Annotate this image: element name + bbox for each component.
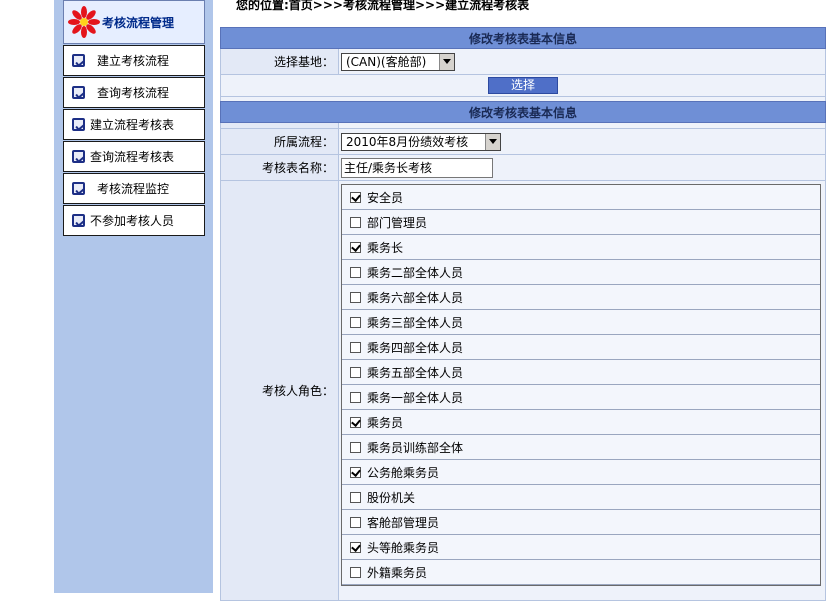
role-label: 乘务二部全体人员: [367, 265, 464, 280]
role-label: 乘务五部全体人员: [367, 365, 464, 380]
role-checkbox[interactable]: [350, 491, 361, 503]
roles-list: 安全员部门管理员乘务长乘务二部全体人员 乘务六部全体人员 乘务三部全体人员 乘务四部全…: [341, 184, 821, 586]
role-label: 股份机关: [367, 490, 416, 505]
role-item: 乘务一部全体人员: [342, 385, 820, 410]
role-checkbox[interactable]: [350, 566, 361, 578]
role-item: 乘务员: [342, 410, 820, 435]
chevron-down-icon[interactable]: [485, 133, 500, 150]
role-label: 安全员: [367, 190, 404, 205]
nav-item-query-form[interactable]: 查询流程考核表: [63, 141, 205, 172]
role-checkbox[interactable]: [350, 466, 361, 478]
nav-panel: 考核流程管理 建立考核流程 查询考核流程 建立流程考核表 查询流程考核表 考核流程监控不…: [63, 0, 205, 236]
chevron-down-icon[interactable]: [439, 53, 454, 70]
role-item: 乘务六部全体人员: [342, 285, 820, 310]
nav-item-label: 查询流程考核表: [90, 150, 175, 164]
role-checkbox[interactable]: [350, 441, 361, 453]
checkbox-doc-icon: [72, 214, 85, 227]
role-label: 客舱部管理员: [367, 515, 440, 530]
section-title-2: 修改考核表基本信息: [220, 101, 826, 123]
roles-row: 考核人角色： 安全员部门管理员乘务长乘务二部全体人员 乘务六部全体人员 乘务三部全体…: [220, 181, 826, 601]
role-label: 乘务员: [367, 415, 404, 430]
role-item: 头等舱乘务员: [342, 535, 820, 560]
base-select-value: (CAN)(客舱部): [346, 55, 427, 69]
nav-title-text: 考核流程管理: [102, 15, 175, 30]
checkbox-doc-icon: [72, 150, 85, 163]
nav-item-exclude[interactable]: 不参加考核人员: [63, 205, 205, 236]
role-item: 股份机关: [342, 485, 820, 510]
nav-item-label: 建立流程考核表: [90, 118, 175, 132]
base-select[interactable]: (CAN)(客舱部): [341, 52, 455, 71]
process-select-value: 2010年8月份绩效考核: [346, 135, 469, 149]
role-checkbox[interactable]: [350, 541, 361, 553]
role-item: 乘务长: [342, 235, 820, 260]
role-checkbox[interactable]: [350, 266, 361, 278]
role-label: 公务舱乘务员: [367, 465, 440, 480]
role-item: 乘务五部全体人员: [342, 360, 820, 385]
role-item: 外籍乘务员: [342, 560, 820, 585]
role-checkbox[interactable]: [350, 316, 361, 328]
role-item: 乘务四部全体人员: [342, 335, 820, 360]
role-checkbox[interactable]: [350, 216, 361, 228]
nav-item-label: 查询考核流程: [97, 86, 170, 100]
role-item: 客舱部管理员: [342, 510, 820, 535]
base-label: 选择基地：: [221, 49, 339, 74]
main-form: 修改考核表基本信息 选择基地： (CAN)(客舱部) 选择 修改考核表基本信息 …: [220, 27, 826, 601]
role-item: 乘务二部全体人员: [342, 260, 820, 285]
nav-item-create-process[interactable]: 建立考核流程: [63, 45, 205, 76]
process-row: 所属流程： 2010年8月份绩效考核: [220, 129, 826, 155]
nav-item-label: 不参加考核人员: [90, 214, 175, 228]
role-label: 外籍乘务员: [367, 565, 428, 580]
select-button-row: 选择: [220, 75, 826, 97]
role-checkbox[interactable]: [350, 191, 361, 203]
role-item: 公务舱乘务员: [342, 460, 820, 485]
role-label: 部门管理员: [367, 215, 428, 230]
roles-label: 考核人角色：: [221, 181, 339, 600]
base-row: 选择基地： (CAN)(客舱部): [220, 49, 826, 75]
form-name-label: 考核表名称：: [221, 155, 339, 180]
process-select[interactable]: 2010年8月份绩效考核: [341, 132, 501, 151]
role-label: 乘务一部全体人员: [367, 390, 464, 405]
role-checkbox[interactable]: [350, 391, 361, 403]
nav-item-label: 建立考核流程: [97, 54, 170, 68]
role-label: 乘务三部全体人员: [367, 315, 464, 330]
checkbox-doc-icon: [72, 118, 85, 131]
checkbox-doc-icon: [72, 182, 85, 195]
nav-item-query-process[interactable]: 查询考核流程: [63, 77, 205, 108]
role-checkbox[interactable]: [350, 416, 361, 428]
nav-title: 考核流程管理: [63, 0, 205, 44]
checkbox-doc-icon: [72, 54, 85, 67]
role-item: 乘务员训练部全体: [342, 435, 820, 460]
process-label: 所属流程：: [221, 129, 339, 154]
nav-item-create-form[interactable]: 建立流程考核表: [63, 109, 205, 140]
role-checkbox[interactable]: [350, 516, 361, 528]
role-item: 安全员: [342, 185, 820, 210]
nav-item-monitor[interactable]: 考核流程监控: [63, 173, 205, 204]
role-checkbox[interactable]: [350, 291, 361, 303]
role-checkbox[interactable]: [350, 241, 361, 253]
role-checkbox[interactable]: [350, 366, 361, 378]
flower-logo-icon: [68, 6, 100, 38]
role-label: 乘务员训练部全体: [367, 440, 464, 455]
role-label: 乘务四部全体人员: [367, 340, 464, 355]
role-label: 乘务六部全体人员: [367, 290, 464, 305]
nav-item-label: 考核流程监控: [97, 182, 170, 196]
checkbox-doc-icon: [72, 86, 85, 99]
select-button[interactable]: 选择: [488, 77, 558, 94]
role-item: 乘务三部全体人员: [342, 310, 820, 335]
section-title: 修改考核表基本信息: [220, 27, 826, 49]
form-name-input[interactable]: 主任/乘务长考核: [341, 157, 493, 178]
form-name-row: 考核表名称： 主任/乘务长考核: [220, 155, 826, 181]
breadcrumb: 您的位置:首页>>>考核流程管理>>>建立流程考核表: [236, 0, 530, 12]
role-item: 部门管理员: [342, 210, 820, 235]
role-label: 乘务长: [367, 240, 404, 255]
role-label: 头等舱乘务员: [367, 540, 440, 555]
role-checkbox[interactable]: [350, 341, 361, 353]
